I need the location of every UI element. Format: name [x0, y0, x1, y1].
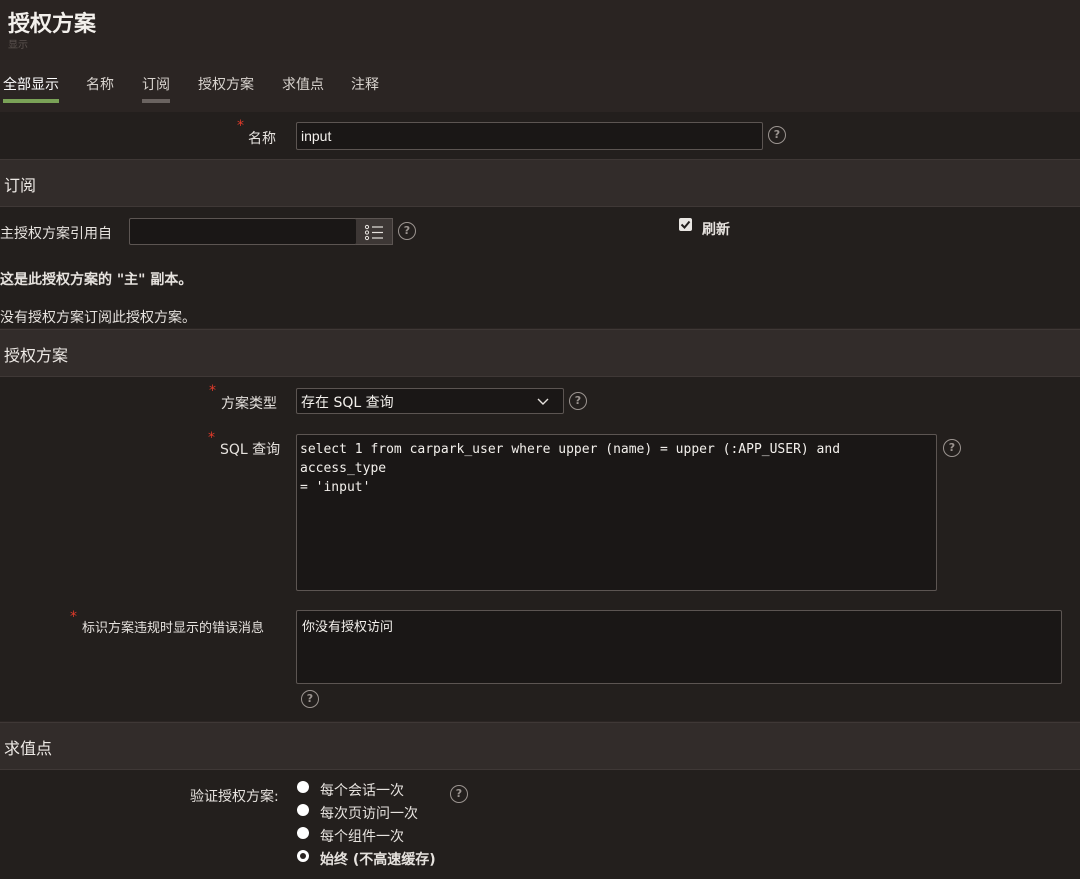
help-icon[interactable]: ? [398, 222, 416, 240]
evaluation-region-header: 求值点 [0, 722, 1080, 770]
tab-label: 求值点 [282, 77, 324, 93]
sql-query-textarea[interactable]: select 1 from carpark_user where upper (… [296, 434, 937, 591]
radio-label: 每个组件一次 [320, 829, 404, 845]
required-marker: * [209, 383, 216, 399]
radio-label: 每个会话一次 [320, 783, 404, 799]
name-input[interactable] [296, 122, 763, 150]
master-ref-input[interactable] [129, 218, 357, 245]
help-icon[interactable]: ? [943, 439, 961, 457]
error-message-label: 标识方案违规时显示的错误消息 [82, 621, 265, 636]
list-of-values-button[interactable] [356, 218, 393, 245]
required-marker: * [237, 118, 244, 134]
no-subscribers-note: 没有授权方案订阅此授权方案。 [0, 310, 196, 326]
evaluation-region: 验证授权方案: 每个会话一次 每次页访问一次 每个组件一次 始终 (不高速缓存)… [0, 770, 1080, 879]
subscription-title: 订阅 [4, 176, 37, 195]
scheme-region: * 方案类型 存在 SQL 查询 ? * SQL 查询 select 1 fro… [0, 377, 1080, 721]
tab-evaluation-point[interactable]: 求值点 [282, 74, 324, 102]
master-copy-note: 这是此授权方案的 "主" 副本。 [0, 272, 193, 288]
help-icon[interactable]: ? [569, 392, 587, 410]
tab-authorization-scheme[interactable]: 授权方案 [198, 74, 254, 102]
scheme-type-select[interactable]: 存在 SQL 查询 [296, 388, 564, 414]
tab-label: 全部显示 [3, 77, 59, 93]
chevron-down-icon [537, 398, 549, 405]
refresh-label: 刷新 [702, 222, 730, 238]
refresh-checkbox[interactable] [679, 218, 692, 231]
scheme-type-value: 存在 SQL 查询 [301, 395, 394, 411]
tab-show-all[interactable]: 全部显示 [3, 74, 59, 103]
tab-label: 注释 [351, 77, 379, 93]
sql-query-label: SQL 查询 [220, 442, 281, 458]
list-icon [364, 224, 383, 241]
page-title: 授权方案 [8, 12, 97, 37]
page-header: 授权方案 显示 [0, 0, 1080, 60]
name-region: * 名称 ? [0, 112, 1080, 159]
radio-always[interactable] [297, 850, 309, 862]
tab-label: 授权方案 [198, 77, 254, 93]
evaluation-title: 求值点 [4, 739, 53, 758]
help-icon[interactable]: ? [301, 690, 319, 708]
error-message-textarea[interactable]: 你没有授权访问 [296, 610, 1062, 684]
tab-label: 名称 [86, 77, 114, 93]
radio-once-per-page-view[interactable] [297, 804, 309, 816]
tab-label: 订阅 [142, 77, 170, 93]
master-ref-label: 主授权方案引用自 [0, 226, 112, 242]
page-subtitle: 显示 [8, 40, 28, 51]
radio-once-per-component[interactable] [297, 827, 309, 839]
scheme-region-header: 授权方案 [0, 329, 1080, 377]
name-label: 名称 [248, 131, 276, 147]
subscription-region-header: 订阅 [0, 159, 1080, 207]
tab-comments[interactable]: 注释 [351, 74, 379, 102]
validate-scheme-label: 验证授权方案: [190, 789, 279, 805]
help-icon[interactable]: ? [450, 785, 468, 803]
radio-once-per-session[interactable] [297, 781, 309, 793]
required-marker: * [208, 430, 215, 446]
scheme-type-label: 方案类型 [221, 396, 277, 412]
scheme-title: 授权方案 [4, 346, 69, 365]
required-marker: * [70, 609, 77, 625]
tab-subscription[interactable]: 订阅 [142, 74, 170, 103]
subscription-region: 主授权方案引用自 ? 刷新 这是此授权方案的 "主" 副本。 没有授权方案订阅此… [0, 207, 1080, 328]
radio-label: 每次页访问一次 [320, 806, 418, 822]
checkmark-icon [680, 220, 691, 229]
help-icon[interactable]: ? [768, 126, 786, 144]
radio-label: 始终 (不高速缓存) [320, 852, 436, 868]
tab-name[interactable]: 名称 [86, 74, 114, 102]
tab-bar: 全部显示 名称 订阅 授权方案 求值点 注释 [0, 62, 1080, 106]
